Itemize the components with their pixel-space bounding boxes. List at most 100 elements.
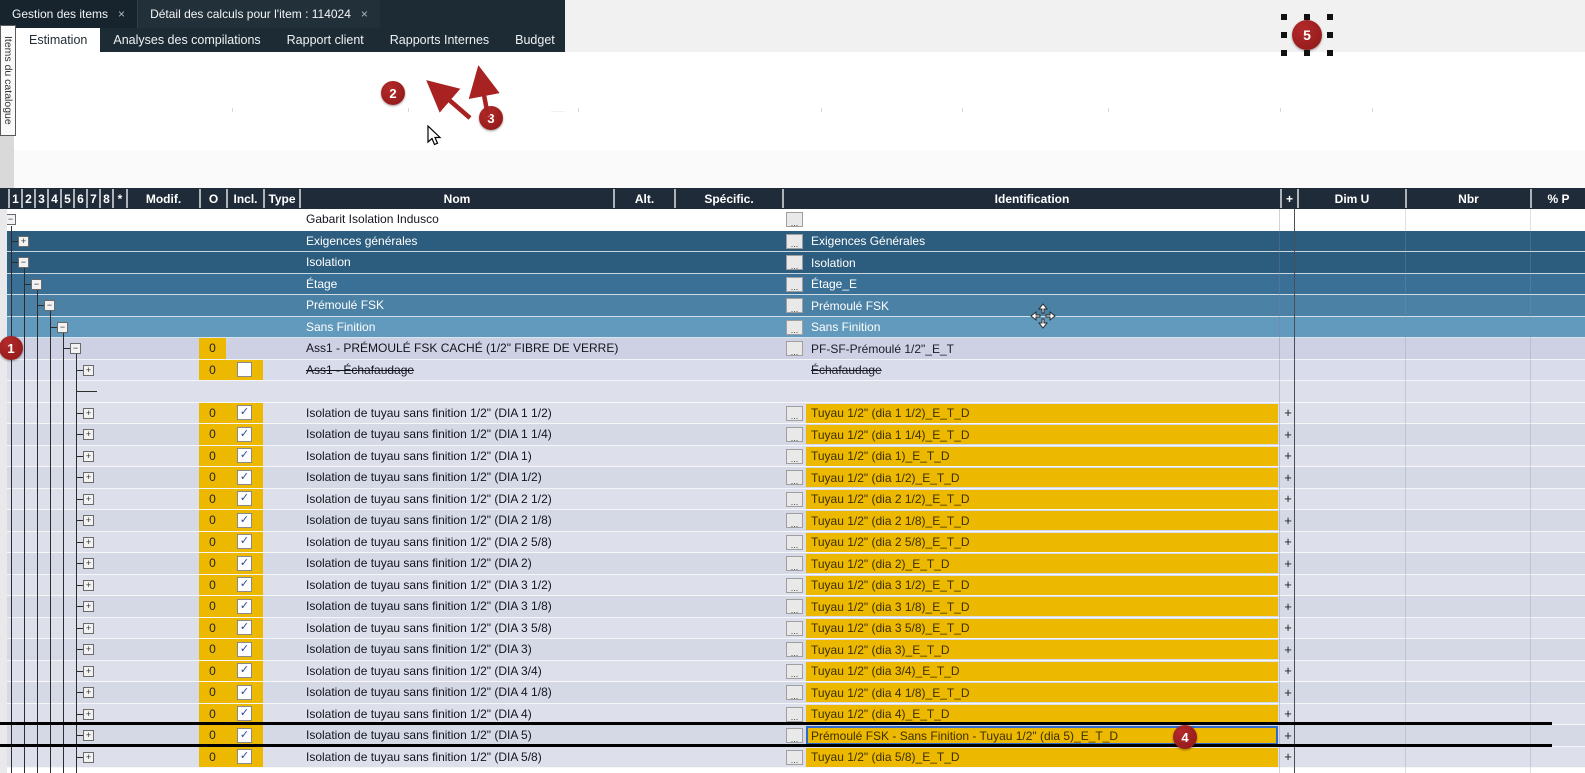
ellipsis-button[interactable]: ... xyxy=(786,664,803,679)
expand-icon[interactable]: + xyxy=(83,451,94,462)
ellipsis-button[interactable]: ... xyxy=(786,685,803,700)
ellipsis-button[interactable]: ... xyxy=(786,234,803,249)
o-cell[interactable]: 0 xyxy=(199,639,226,660)
checkbox-checked[interactable]: ✓ xyxy=(237,556,252,571)
selection-handle[interactable] xyxy=(1327,50,1333,56)
selection-handle[interactable] xyxy=(1281,50,1287,56)
ellipsis-button[interactable]: ... xyxy=(786,707,803,722)
checkbox-checked[interactable]: ✓ xyxy=(237,534,252,549)
o-cell[interactable]: 0 xyxy=(199,747,226,768)
column-header[interactable]: 1 xyxy=(8,189,21,208)
ellipsis-button[interactable]: ... xyxy=(786,341,803,356)
ellipsis-button[interactable]: ... xyxy=(786,320,803,335)
o-cell[interactable]: 0 xyxy=(199,596,226,617)
table-row[interactable]: +0✓Isolation de tuyau sans finition 1/2"… xyxy=(0,682,1585,704)
identification-cell[interactable]: Tuyau 1/2" (dia 3 1/8)_E_T_D xyxy=(806,597,1278,616)
ellipsis-button[interactable]: ... xyxy=(786,298,803,313)
identification-cell[interactable]: Tuyau 1/2" (dia 2 1/2)_E_T_D xyxy=(806,490,1278,509)
identification-cell[interactable]: Tuyau 1/2" (dia 1 1/2)_E_T_D xyxy=(806,404,1278,423)
collapse-icon[interactable]: − xyxy=(70,343,81,354)
selection-handle[interactable] xyxy=(1304,14,1310,20)
column-header[interactable]: Identification xyxy=(782,189,1280,208)
table-row[interactable]: +0✓Isolation de tuyau sans finition 1/2"… xyxy=(0,489,1585,511)
checkbox-checked[interactable]: ✓ xyxy=(237,427,252,442)
table-row[interactable]: +0✓Isolation de tuyau sans finition 1/2"… xyxy=(0,467,1585,489)
identification-cell[interactable]: Tuyau 1/2" (dia 4)_E_T_D xyxy=(806,705,1278,724)
selection-handle[interactable] xyxy=(1327,14,1333,20)
expand-icon[interactable]: + xyxy=(83,601,94,612)
ellipsis-button[interactable]: ... xyxy=(786,535,803,550)
expand-icon[interactable]: + xyxy=(83,752,94,763)
column-header[interactable]: Alt. xyxy=(613,189,674,208)
o-cell[interactable]: 0 xyxy=(199,725,226,746)
expand-icon[interactable]: + xyxy=(83,365,94,376)
expand-icon[interactable]: + xyxy=(83,687,94,698)
tab-gestion-des-items[interactable]: Gestion des items × xyxy=(0,0,137,28)
checkbox-checked[interactable]: ✓ xyxy=(237,663,252,678)
o-cell[interactable]: 0 xyxy=(199,704,226,725)
table-row[interactable]: +0Ass1 - ÉchafaudageÉchafaudage xyxy=(0,360,1585,382)
column-header[interactable]: Modif. xyxy=(126,189,199,208)
o-cell[interactable]: 0 xyxy=(199,403,226,424)
column-header[interactable]: 3 xyxy=(34,189,47,208)
table-row[interactable]: +0✓Isolation de tuyau sans finition 1/2"… xyxy=(0,532,1585,554)
o-cell[interactable]: 0 xyxy=(199,446,226,467)
o-cell[interactable]: 0 xyxy=(199,618,226,639)
table-row[interactable]: +0✓Isolation de tuyau sans finition 1/2"… xyxy=(0,446,1585,468)
checkbox-checked[interactable]: ✓ xyxy=(237,405,252,420)
expand-icon[interactable]: + xyxy=(83,644,94,655)
identification-cell[interactable]: Tuyau 1/2" (dia 3)_E_T_D xyxy=(806,640,1278,659)
checkbox-checked[interactable]: ✓ xyxy=(237,599,252,614)
ellipsis-button[interactable]: ... xyxy=(786,255,803,270)
expand-icon[interactable]: + xyxy=(83,558,94,569)
column-header[interactable]: Type xyxy=(263,189,299,208)
o-cell[interactable]: 0 xyxy=(199,338,226,359)
column-header[interactable]: 4 xyxy=(47,189,60,208)
o-cell[interactable]: 0 xyxy=(199,360,226,381)
expand-icon[interactable]: + xyxy=(83,709,94,720)
checkbox-checked[interactable]: ✓ xyxy=(237,448,252,463)
identification-cell[interactable]: Tuyau 1/2" (dia 4 1/8)_E_T_D xyxy=(806,683,1278,702)
sidebar-tab-items-catalogue[interactable]: Items du catalogue xyxy=(0,25,16,136)
ellipsis-button[interactable]: ... xyxy=(786,642,803,657)
identification-cell[interactable]: Tuyau 1/2" (dia 1/2)_E_T_D xyxy=(806,468,1278,487)
checkbox-unchecked[interactable] xyxy=(237,362,252,377)
o-cell[interactable]: 0 xyxy=(199,553,226,574)
column-header[interactable]: * xyxy=(112,189,126,208)
checkbox-checked[interactable]: ✓ xyxy=(237,706,252,721)
table-row[interactable]: −Sans Finition...Sans Finition xyxy=(0,317,1585,339)
selection-handle[interactable] xyxy=(1281,32,1287,38)
table-row[interactable]: +0✓Isolation de tuyau sans finition 1/2"… xyxy=(0,553,1585,575)
table-row[interactable]: −Prémoulé FSK...Prémoulé FSK xyxy=(0,295,1585,317)
ellipsis-button[interactable]: ... xyxy=(786,449,803,464)
table-row[interactable]: +0✓Isolation de tuyau sans finition 1/2"… xyxy=(0,424,1585,446)
menu-rapports-internes[interactable]: Rapports Internes xyxy=(377,28,502,52)
column-header[interactable]: + xyxy=(1280,189,1297,208)
ellipsis-button[interactable]: ... xyxy=(786,750,803,765)
expand-icon[interactable]: + xyxy=(83,730,94,741)
ellipsis-button[interactable]: ... xyxy=(786,599,803,614)
identification-cell[interactable]: Tuyau 1/2" (dia 2 1/8)_E_T_D xyxy=(806,511,1278,530)
close-icon[interactable]: × xyxy=(361,7,368,21)
ellipsis-button[interactable]: ... xyxy=(786,556,803,571)
o-cell[interactable]: 0 xyxy=(199,424,226,445)
expand-icon[interactable]: + xyxy=(18,236,29,247)
identification-cell[interactable]: Tuyau 1/2" (dia 1 1/4)_E_T_D xyxy=(806,425,1278,444)
o-cell[interactable]: 0 xyxy=(199,510,226,531)
ellipsis-button[interactable]: ... xyxy=(786,621,803,636)
o-cell[interactable]: 0 xyxy=(199,489,226,510)
identification-cell[interactable]: Prémoulé FSK - Sans Finition - Tuyau 1/2… xyxy=(806,726,1278,745)
menu-analyses-compilations[interactable]: Analyses des compilations xyxy=(100,28,273,52)
selection-handle[interactable] xyxy=(1327,32,1333,38)
checkbox-checked[interactable]: ✓ xyxy=(237,642,252,657)
menu-estimation[interactable]: Estimation xyxy=(16,28,100,52)
column-header[interactable]: 6 xyxy=(73,189,86,208)
selection-handle[interactable] xyxy=(1281,14,1287,20)
column-header[interactable]: Spécific. xyxy=(674,189,782,208)
ellipsis-button[interactable]: ... xyxy=(786,470,803,485)
identification-cell[interactable]: PF-SF-Prémoulé 1/2"_E_T xyxy=(806,339,1278,358)
table-row[interactable]: +0✓Isolation de tuyau sans finition 1/2"… xyxy=(0,747,1585,769)
table-row[interactable]: +Exigences générales...Exigences Général… xyxy=(0,231,1585,253)
identification-cell[interactable]: Tuyau 1/2" (dia 2 5/8)_E_T_D xyxy=(806,533,1278,552)
expand-icon[interactable]: + xyxy=(83,494,94,505)
